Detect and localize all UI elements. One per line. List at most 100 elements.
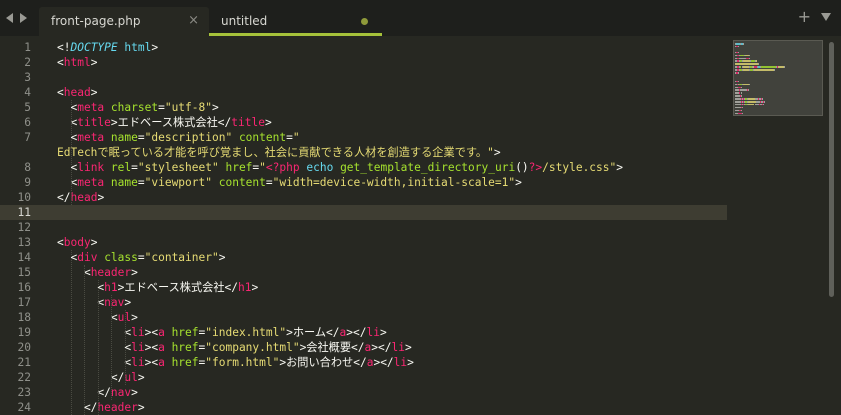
minimap-token: [749, 83, 751, 86]
code-token: <: [57, 251, 78, 264]
code-token: ": [259, 161, 266, 174]
line-number: 23: [17, 386, 31, 399]
code-token: <: [57, 86, 64, 99]
code-token: ": [292, 131, 300, 144]
line-number: [0, 145, 31, 160]
code-token: =: [137, 251, 145, 264]
line-number: 4: [24, 86, 31, 99]
code-token: div: [77, 251, 98, 264]
indent-guide: [70, 250, 72, 415]
code-line[interactable]: <header>: [57, 265, 138, 280]
code-line[interactable]: <meta name="description" content=": [57, 130, 300, 145]
code-line[interactable]: <div class="container">: [57, 250, 225, 265]
vertical-scrollbar[interactable]: [829, 42, 834, 297]
line-number: 9: [24, 176, 31, 189]
code-token: ?>: [528, 161, 543, 174]
code-token: li: [391, 341, 405, 354]
minimap-token: [739, 89, 747, 91]
code-token: link: [77, 161, 105, 174]
code-token: "stylesheet": [137, 161, 219, 174]
line-number: 20: [17, 341, 31, 354]
code-line[interactable]: <head>: [57, 85, 97, 100]
code-token: head: [63, 86, 91, 99]
code-token: <: [57, 266, 91, 279]
code-line[interactable]: <link rel="stylesheet" href="<?php echo …: [57, 160, 623, 175]
minimap-token: [774, 69, 776, 71]
code-token: >エドベース株式会社</: [117, 281, 238, 294]
code-area[interactable]: <!DOCTYPE html> <html> <head> <meta charse…: [57, 37, 727, 415]
code-token: ></: [371, 341, 392, 354]
code-token: >: [90, 236, 98, 249]
code-token: ></: [373, 356, 394, 369]
code-token: <: [57, 236, 64, 249]
line-number: 8: [24, 161, 31, 174]
minimap-token: [756, 60, 758, 62]
tab-bar: front-page.php × untitled +: [0, 0, 841, 36]
code-token: a: [158, 341, 165, 354]
minimap-token: [747, 89, 749, 91]
code-line[interactable]: <meta charset="utf-8">: [57, 100, 218, 115]
tab-untitled[interactable]: untitled: [209, 7, 382, 36]
chevron-right-icon[interactable]: [20, 13, 27, 23]
minimap-token: [762, 98, 764, 100]
code-token: >: [124, 296, 132, 309]
code-token: "viewport": [144, 176, 212, 189]
code-line[interactable]: <li><a href="index.html">ホーム</a></li>: [57, 325, 386, 340]
close-icon[interactable]: ×: [188, 13, 199, 28]
code-token: <: [57, 131, 78, 144]
code-line[interactable]: <meta name="viewport" content="width=dev…: [57, 175, 522, 190]
code-token: >: [407, 356, 414, 369]
code-token: (): [515, 161, 529, 174]
code-token: >: [137, 401, 145, 414]
line-number: 5: [24, 101, 31, 114]
tab-label: front-page.php: [51, 14, 141, 28]
line-number: 19: [17, 326, 31, 339]
code-token: li: [366, 326, 380, 339]
code-token: html: [63, 56, 91, 69]
code-line[interactable]: <h1>エドベース株式会社</h1>: [57, 280, 258, 295]
code-token: <: [57, 326, 132, 339]
code-token: >エドベース株式会社</: [110, 116, 232, 129]
code-editor[interactable]: 1 2 3 4 5 6 7 8 9 10 11 12 13 14 15 16 17 18 19 20 21 22 23 24 …: [0, 37, 841, 415]
code-token: >: [616, 161, 623, 174]
tab-front-page-php[interactable]: front-page.php ×: [39, 7, 209, 36]
code-token: <: [57, 176, 78, 189]
minimap-token: [741, 86, 743, 88]
indent-guide: [111, 295, 112, 400]
code-line[interactable]: <html>: [57, 55, 97, 70]
code-line[interactable]: <body>: [57, 235, 97, 250]
code-token: <: [57, 116, 78, 129]
code-token: header: [97, 401, 138, 414]
code-token: "utf-8": [164, 101, 212, 114]
tab-menu-chevron-down-icon[interactable]: [821, 13, 831, 21]
code-token: "container": [144, 251, 219, 264]
chevron-left-icon[interactable]: [6, 13, 13, 23]
code-token: >: [515, 176, 522, 189]
code-token: nav: [110, 386, 132, 399]
line-number: 22: [17, 371, 31, 384]
minimap-token: [738, 51, 740, 54]
line-number: 10: [17, 191, 31, 204]
code-line[interactable]: EdTechで眠っている才能を呼び覚まし、社会に貢献できる人材を創造する企業です…: [57, 145, 501, 160]
code-token: href: [171, 356, 199, 369]
minimap[interactable]: [733, 40, 823, 190]
code-line[interactable]: </head>: [57, 190, 104, 205]
unsaved-dot-icon[interactable]: [361, 18, 368, 25]
minimap-token: [738, 72, 740, 74]
code-line[interactable]: <!DOCTYPE html>: [57, 40, 158, 55]
code-line[interactable]: <nav>: [57, 295, 131, 310]
code-line[interactable]: <title>エドベース株式会社</title>: [57, 115, 271, 130]
code-token: =: [137, 131, 145, 144]
line-number: 21: [17, 356, 31, 369]
new-tab-button[interactable]: +: [798, 7, 811, 26]
minimap-token: [758, 63, 760, 65]
minimap-token: [738, 80, 740, 83]
minimap-token: [735, 63, 759, 65]
minimap-token: [743, 60, 751, 62]
code-token: h1: [237, 281, 252, 294]
code-token: =: [131, 161, 138, 174]
minimap-token: [783, 66, 785, 68]
code-token: <: [57, 161, 78, 174]
